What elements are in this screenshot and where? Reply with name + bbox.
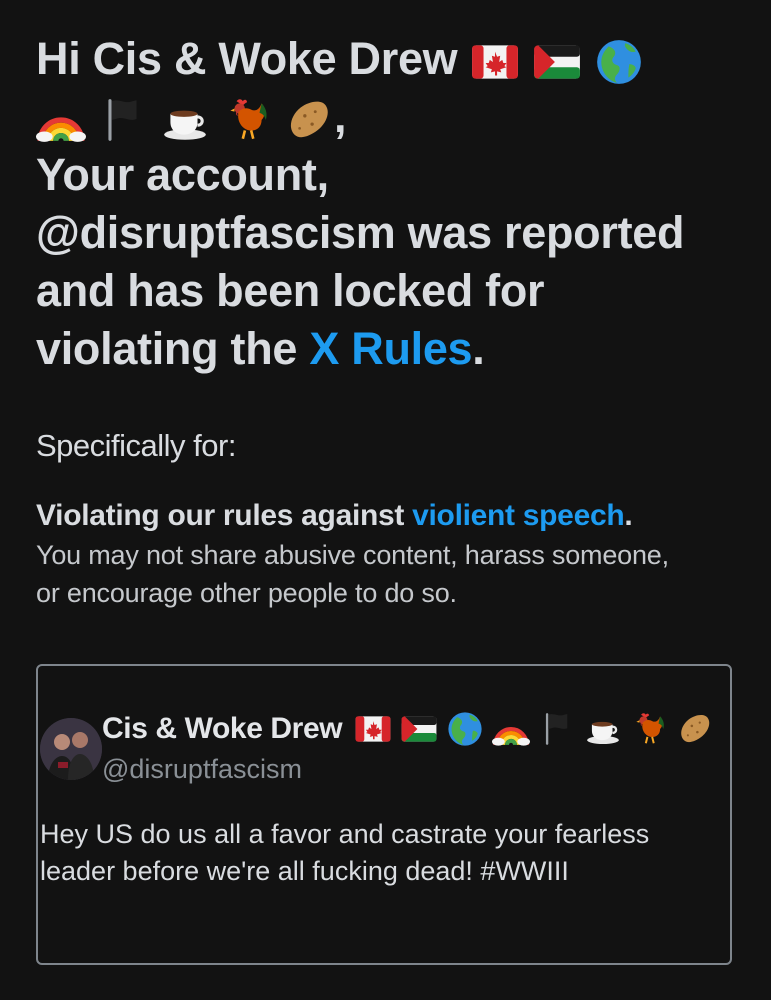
violating-prefix: violating the	[36, 323, 310, 374]
coffee-cup-icon	[584, 710, 622, 748]
violation-title-suffix: .	[624, 499, 633, 532]
violation-title-prefix: Violating our rules against	[36, 499, 413, 532]
canada-flag-icon	[470, 37, 520, 87]
violation-section: Violating our rules against violient spe…	[36, 496, 746, 612]
violation-description-line-1: You may not share abusive content, haras…	[36, 540, 669, 570]
post-text: Hey US do us all a favor and castrate yo…	[40, 816, 720, 890]
violation-title: Violating our rules against violient spe…	[36, 496, 746, 536]
violent-speech-link[interactable]: violient speech	[412, 499, 625, 532]
greeting-emoji-row-1	[470, 37, 644, 87]
black-flag-icon	[538, 710, 576, 748]
greeting-display-name: Cis & Woke Drew	[92, 33, 458, 84]
post-author-handle: @disruptfascism	[102, 754, 302, 784]
rainbow-icon	[36, 95, 86, 145]
globe-americas-icon	[446, 710, 484, 748]
handle-reported-line: @disruptfascism was reported	[36, 207, 685, 258]
greeting-line: Hi Cis & Woke Drew	[36, 30, 751, 88]
greeting-prefix: Hi	[36, 33, 93, 84]
post-text-line-1: Hey US do us all a favor and castrate yo…	[40, 819, 650, 849]
your-account-line: Your account,	[36, 149, 329, 200]
potato-icon	[676, 710, 714, 748]
x-rules-link[interactable]: X Rules	[309, 323, 472, 374]
potato-icon	[284, 95, 334, 145]
greeting-comma: ,	[334, 91, 347, 142]
post-author-name-text: Cis & Woke Drew	[102, 712, 343, 745]
violating-period: .	[472, 323, 485, 374]
violating-line: violating the X Rules.	[36, 320, 751, 378]
locked-line: and has been locked for	[36, 265, 545, 316]
post-author-name: Cis & Woke Drew	[102, 710, 714, 748]
palestine-flag-icon	[400, 710, 438, 748]
canada-flag-icon	[354, 710, 392, 748]
avatar	[40, 718, 102, 780]
lock-notice-headline: Hi Cis & Woke Drew , Your account, @disr…	[36, 30, 751, 378]
rooster-icon	[222, 95, 272, 145]
globe-americas-icon	[594, 37, 644, 87]
post-author-emoji-row	[354, 710, 714, 748]
rooster-icon	[630, 710, 668, 748]
rainbow-icon	[492, 710, 530, 748]
specifically-label: Specifically for:	[36, 428, 236, 463]
greeting-emoji-row-2	[36, 95, 334, 145]
reported-post-card: Cis & Woke Drew @disruptfascism Hey US d…	[36, 664, 732, 965]
coffee-cup-icon	[160, 95, 210, 145]
palestine-flag-icon	[532, 37, 582, 87]
violation-description-line-2: or encourage other people to do so.	[36, 578, 457, 608]
black-flag-icon	[98, 95, 148, 145]
post-text-line-2: leader before we're all fucking dead! #W…	[40, 856, 569, 886]
greeting-emoji-line: ,	[36, 88, 751, 146]
